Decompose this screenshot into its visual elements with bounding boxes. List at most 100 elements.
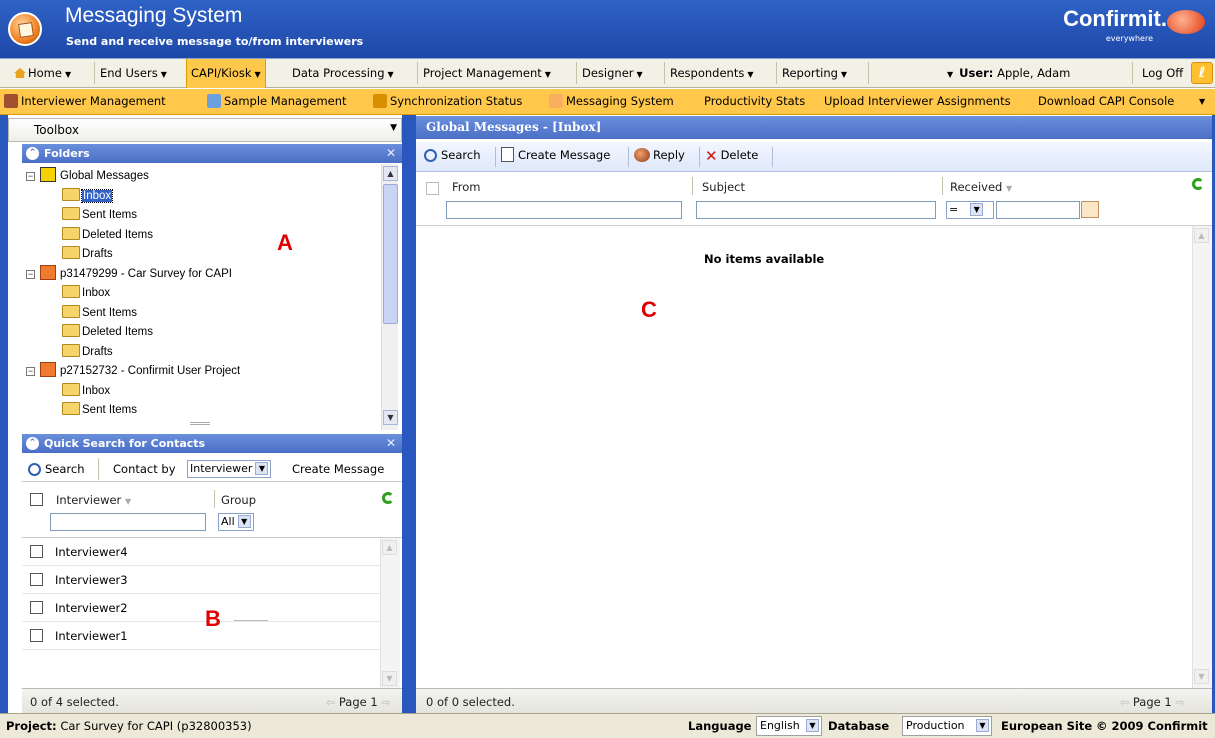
contact-checkbox[interactable] xyxy=(30,573,43,586)
refresh-icon[interactable] xyxy=(382,492,394,504)
col-group[interactable]: Group xyxy=(221,493,256,507)
tree-folder-node[interactable]: Sent Items xyxy=(62,304,137,322)
submenu-sample-management[interactable]: Sample Management xyxy=(207,89,347,114)
annotation-a: A xyxy=(277,230,293,255)
prev-page-icon[interactable]: ⇦ xyxy=(326,696,335,709)
next-page-icon[interactable]: ⇨ xyxy=(381,696,390,709)
submenu-interviewer-management[interactable]: Interviewer Management xyxy=(4,89,166,114)
sort-icon: ▼ xyxy=(124,497,132,506)
toolbox-dropdown[interactable]: Toolbox ▼ xyxy=(8,118,402,142)
tree-folder-node[interactable]: Inbox xyxy=(62,187,114,205)
menu-data-processing[interactable]: Data Processing ▼ xyxy=(288,59,398,88)
select-all-checkbox[interactable] xyxy=(426,182,439,195)
brand-bubble-icon xyxy=(1167,10,1205,34)
refresh-icon[interactable] xyxy=(1192,178,1204,190)
collapse-toggle-icon[interactable]: − xyxy=(26,367,35,376)
collapse-icon[interactable]: ⌃ xyxy=(26,147,39,160)
chevron-down-icon: ▼ xyxy=(387,70,394,79)
home-icon xyxy=(14,68,26,78)
tree-folder-node[interactable]: Drafts xyxy=(62,245,113,263)
tree-folder-node[interactable]: Drafts xyxy=(62,343,113,361)
tree-node-label: p31479299 - Car Survey for CAPI xyxy=(60,267,232,280)
search-button[interactable]: Search xyxy=(424,145,481,165)
menu-respondents[interactable]: Respondents ▼ xyxy=(666,59,758,88)
contact-checkbox[interactable] xyxy=(30,601,43,614)
tree-folder-node[interactable]: Sent Items xyxy=(62,401,137,419)
tree-folder-node[interactable]: Deleted Items xyxy=(62,226,153,244)
folders-scrollbar[interactable]: ▲ ▼ xyxy=(381,164,398,430)
contact-by-label: Contact by xyxy=(113,462,176,476)
contact-row[interactable]: Interviewer1 xyxy=(22,622,380,650)
submenu-messaging-system[interactable]: Messaging System xyxy=(549,89,674,114)
messages-scrollbar[interactable]: ▲ ▼ xyxy=(1192,226,1212,688)
resize-grip[interactable] xyxy=(190,422,210,425)
tree-folder-node[interactable]: Sent Items xyxy=(62,206,137,224)
scroll-down-icon[interactable]: ▼ xyxy=(1194,669,1209,684)
scroll-down-icon[interactable]: ▼ xyxy=(382,671,397,686)
calendar-icon[interactable] xyxy=(1081,201,1099,218)
tree-root-node[interactable]: − p27152732 - Confirmit User Project xyxy=(26,362,240,380)
pane-splitter[interactable] xyxy=(402,115,416,713)
language-select[interactable]: English ▼ xyxy=(756,716,822,736)
col-from[interactable]: From xyxy=(452,180,481,194)
close-icon[interactable]: ✕ xyxy=(386,144,396,163)
menu-reporting[interactable]: Reporting ▼ xyxy=(778,59,851,88)
collapse-toggle-icon[interactable]: − xyxy=(26,172,35,181)
scroll-down-icon[interactable]: ▼ xyxy=(383,410,398,425)
submenu-productivity-stats[interactable]: Productivity Stats xyxy=(704,89,805,114)
contact-by-select[interactable]: Interviewer ▼ xyxy=(187,458,272,478)
collapse-icon[interactable]: ⌃ xyxy=(26,437,39,450)
contact-row[interactable]: Interviewer2 xyxy=(22,594,380,622)
scroll-up-icon[interactable]: ▲ xyxy=(382,540,397,555)
close-icon[interactable]: ✕ xyxy=(386,434,396,453)
chevron-down-icon: ▼ xyxy=(636,70,643,79)
qs-select-all-checkbox[interactable] xyxy=(30,493,43,506)
scroll-up-icon[interactable]: ▲ xyxy=(383,166,398,181)
contact-row[interactable]: Interviewer3 xyxy=(22,566,380,594)
tree-root-node[interactable]: − Global Messages xyxy=(26,167,149,185)
scroll-thumb[interactable] xyxy=(383,184,398,324)
submenu-upload-assignments[interactable]: Upload Interviewer Assignments xyxy=(824,89,1011,114)
received-date-input[interactable] xyxy=(996,201,1080,219)
database-select[interactable]: Production ▼ xyxy=(902,716,992,736)
submenu-download-capi-console[interactable]: Download CAPI Console xyxy=(1038,89,1196,114)
scroll-up-icon[interactable]: ▲ xyxy=(1194,228,1209,243)
collapse-toggle-icon[interactable]: − xyxy=(26,269,35,279)
submenu-synchronization-status[interactable]: Synchronization Status xyxy=(373,89,522,114)
tree-folder-node[interactable]: Inbox xyxy=(62,284,110,302)
next-page-icon[interactable]: ⇨ xyxy=(1175,696,1184,709)
group-filter-select[interactable]: All ▼ xyxy=(218,513,254,531)
global-messages-icon xyxy=(40,167,56,182)
delete-button[interactable]: ✕ Delete xyxy=(705,145,758,165)
menu-home[interactable]: Home ▼ xyxy=(10,59,75,88)
submenu-more-chevron-icon[interactable]: ▼ xyxy=(1199,89,1205,114)
col-received[interactable]: Received ▼ xyxy=(950,180,1012,194)
menu-capi-kiosk[interactable]: CAPI/Kiosk ▼ xyxy=(186,59,266,88)
tree-root-node[interactable]: − p31479299 - Car Survey for CAPI xyxy=(26,264,232,283)
from-filter-input[interactable] xyxy=(446,201,682,219)
contact-checkbox[interactable] xyxy=(30,629,43,642)
qs-search-button[interactable]: Search xyxy=(28,459,85,479)
create-message-button[interactable]: Create Message xyxy=(501,145,610,165)
contact-row[interactable]: Interviewer4 xyxy=(22,538,380,566)
log-off-link[interactable]: Log Off xyxy=(1138,59,1187,88)
menu-project-management[interactable]: Project Management ▼ xyxy=(419,59,555,88)
tree-folder-node[interactable]: Inbox xyxy=(62,382,110,400)
received-operator-select[interactable]: = ▼ xyxy=(946,201,994,219)
menu-end-users[interactable]: End Users ▼ xyxy=(96,59,171,88)
key-icon[interactable]: ℓ xyxy=(1191,62,1213,84)
reply-button[interactable]: Reply xyxy=(634,145,685,165)
prev-page-icon[interactable]: ⇦ xyxy=(1120,696,1129,709)
subject-filter-input[interactable] xyxy=(696,201,936,219)
menu-designer[interactable]: Designer ▼ xyxy=(578,59,647,88)
tree-folder-node[interactable]: Deleted Items xyxy=(62,323,153,341)
qs-create-message-button[interactable]: Create Message xyxy=(292,459,384,479)
col-interviewer[interactable]: Interviewer ▼ xyxy=(56,493,131,507)
user-menu[interactable]: ▼ User: Apple, Adam xyxy=(943,59,1074,88)
contacts-scrollbar[interactable]: ▲ ▼ xyxy=(380,538,400,690)
contact-checkbox[interactable] xyxy=(30,545,43,558)
messages-pager[interactable]: ⇦ Page 1 ⇨ xyxy=(1120,695,1185,709)
col-subject[interactable]: Subject xyxy=(702,180,745,194)
contacts-pager[interactable]: ⇦ Page 1 ⇨ xyxy=(326,695,391,709)
interviewer-filter-input[interactable] xyxy=(50,513,206,531)
